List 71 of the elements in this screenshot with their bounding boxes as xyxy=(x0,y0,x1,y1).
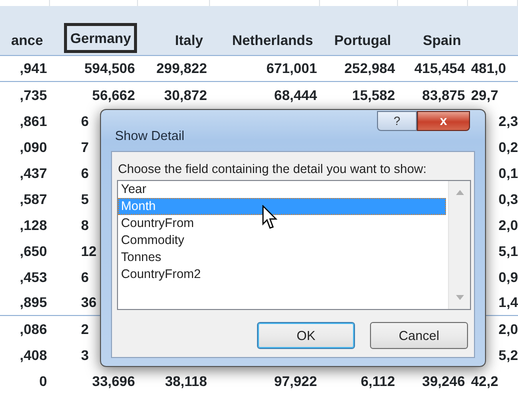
table-cell: 6 xyxy=(81,112,89,128)
table-cell: ,408 xyxy=(20,346,47,362)
table-cell: 2 xyxy=(81,320,89,336)
table-cell: 5,2 xyxy=(498,346,518,362)
scroll-down-icon[interactable] xyxy=(456,295,464,300)
table-cell: 415,454 xyxy=(414,60,465,76)
close-button[interactable]: x xyxy=(417,111,470,131)
table-cell: ,895 xyxy=(20,294,47,310)
table-cell: ,735 xyxy=(20,86,47,102)
column-header: Italy xyxy=(174,31,204,50)
table-cell: 3 xyxy=(81,346,89,362)
table-cell: 83,875 xyxy=(422,86,465,102)
scroll-up-icon[interactable] xyxy=(456,190,464,195)
table-cell: ,453 xyxy=(20,268,47,284)
table-cell: ,587 xyxy=(20,190,47,206)
table-cell: 594,506 xyxy=(84,60,135,76)
table-cell: 39,246 xyxy=(422,372,465,388)
help-button[interactable]: ? xyxy=(377,111,417,131)
table-cell: ,650 xyxy=(20,242,47,258)
table-cell: 38,118 xyxy=(164,372,207,388)
table-cell: 7 xyxy=(81,138,89,154)
table-cell: 2,0 xyxy=(498,216,518,232)
table-cell: 671,001 xyxy=(266,60,317,76)
column-header: Germany xyxy=(66,25,135,51)
column-header: Netherlands xyxy=(231,31,314,50)
table-cell: 8 xyxy=(81,216,89,232)
table-cell: 12 xyxy=(81,242,97,258)
table-cell: ,437 xyxy=(20,164,47,180)
column-header: Portugal xyxy=(333,31,392,50)
list-item[interactable]: Tonnes xyxy=(118,249,446,266)
table-cell: 15,582 xyxy=(352,86,395,102)
table-cell: 299,822 xyxy=(156,60,207,76)
column-header: Spain xyxy=(422,31,462,50)
table-cell: 6 xyxy=(81,164,89,180)
table-cell: 30,872 xyxy=(164,86,207,102)
table-cell: 42,2 xyxy=(471,372,498,388)
table-cell: 0,1 xyxy=(498,164,518,180)
table-cell: 29,7 xyxy=(471,86,498,102)
table-cell: 56,662 xyxy=(92,86,135,102)
list-item[interactable]: Year xyxy=(118,181,446,198)
prompt-text: Choose the field containing the detail you want to show: xyxy=(118,161,427,178)
table-cell: ,128 xyxy=(20,216,47,232)
table-cell: 36 xyxy=(81,294,97,310)
list-item[interactable]: CountryFrom2 xyxy=(118,266,446,283)
table-cell: 1,4 xyxy=(498,294,518,310)
table-cell: ,090 xyxy=(20,138,47,154)
table-cell: 5 xyxy=(81,190,89,206)
ok-button[interactable]: OK xyxy=(257,322,355,349)
mouse-pointer-icon xyxy=(262,205,278,230)
list-item[interactable]: CountryFrom xyxy=(118,215,446,232)
table-cell: 2,3 xyxy=(498,112,518,128)
table-cell: 6,112 xyxy=(360,372,395,388)
table-cell: 5,1 xyxy=(498,242,518,258)
table-cell: 6 xyxy=(81,268,89,284)
table-cell: 68,444 xyxy=(274,86,317,102)
table-cell: ,086 xyxy=(20,320,47,336)
table-cell: 0,3 xyxy=(498,190,518,206)
dialog-title: Show Detail xyxy=(115,127,184,145)
table-cell: 0 xyxy=(39,372,47,388)
column-header: ance xyxy=(10,31,44,50)
table-cell: 2,0 xyxy=(498,320,518,336)
table-cell: 252,984 xyxy=(344,60,395,76)
table-cell: 33,696 xyxy=(92,372,135,388)
table-cell: 0,9 xyxy=(498,268,518,284)
table-cell: ,941 xyxy=(20,60,47,76)
table-cell: 97,922 xyxy=(274,372,317,388)
cancel-button[interactable]: Cancel xyxy=(370,322,468,349)
table-cell: 481,0 xyxy=(471,60,506,76)
table-cell: ,861 xyxy=(20,112,47,128)
list-item[interactable]: Commodity xyxy=(118,232,446,249)
table-cell: 0,2 xyxy=(498,138,518,154)
